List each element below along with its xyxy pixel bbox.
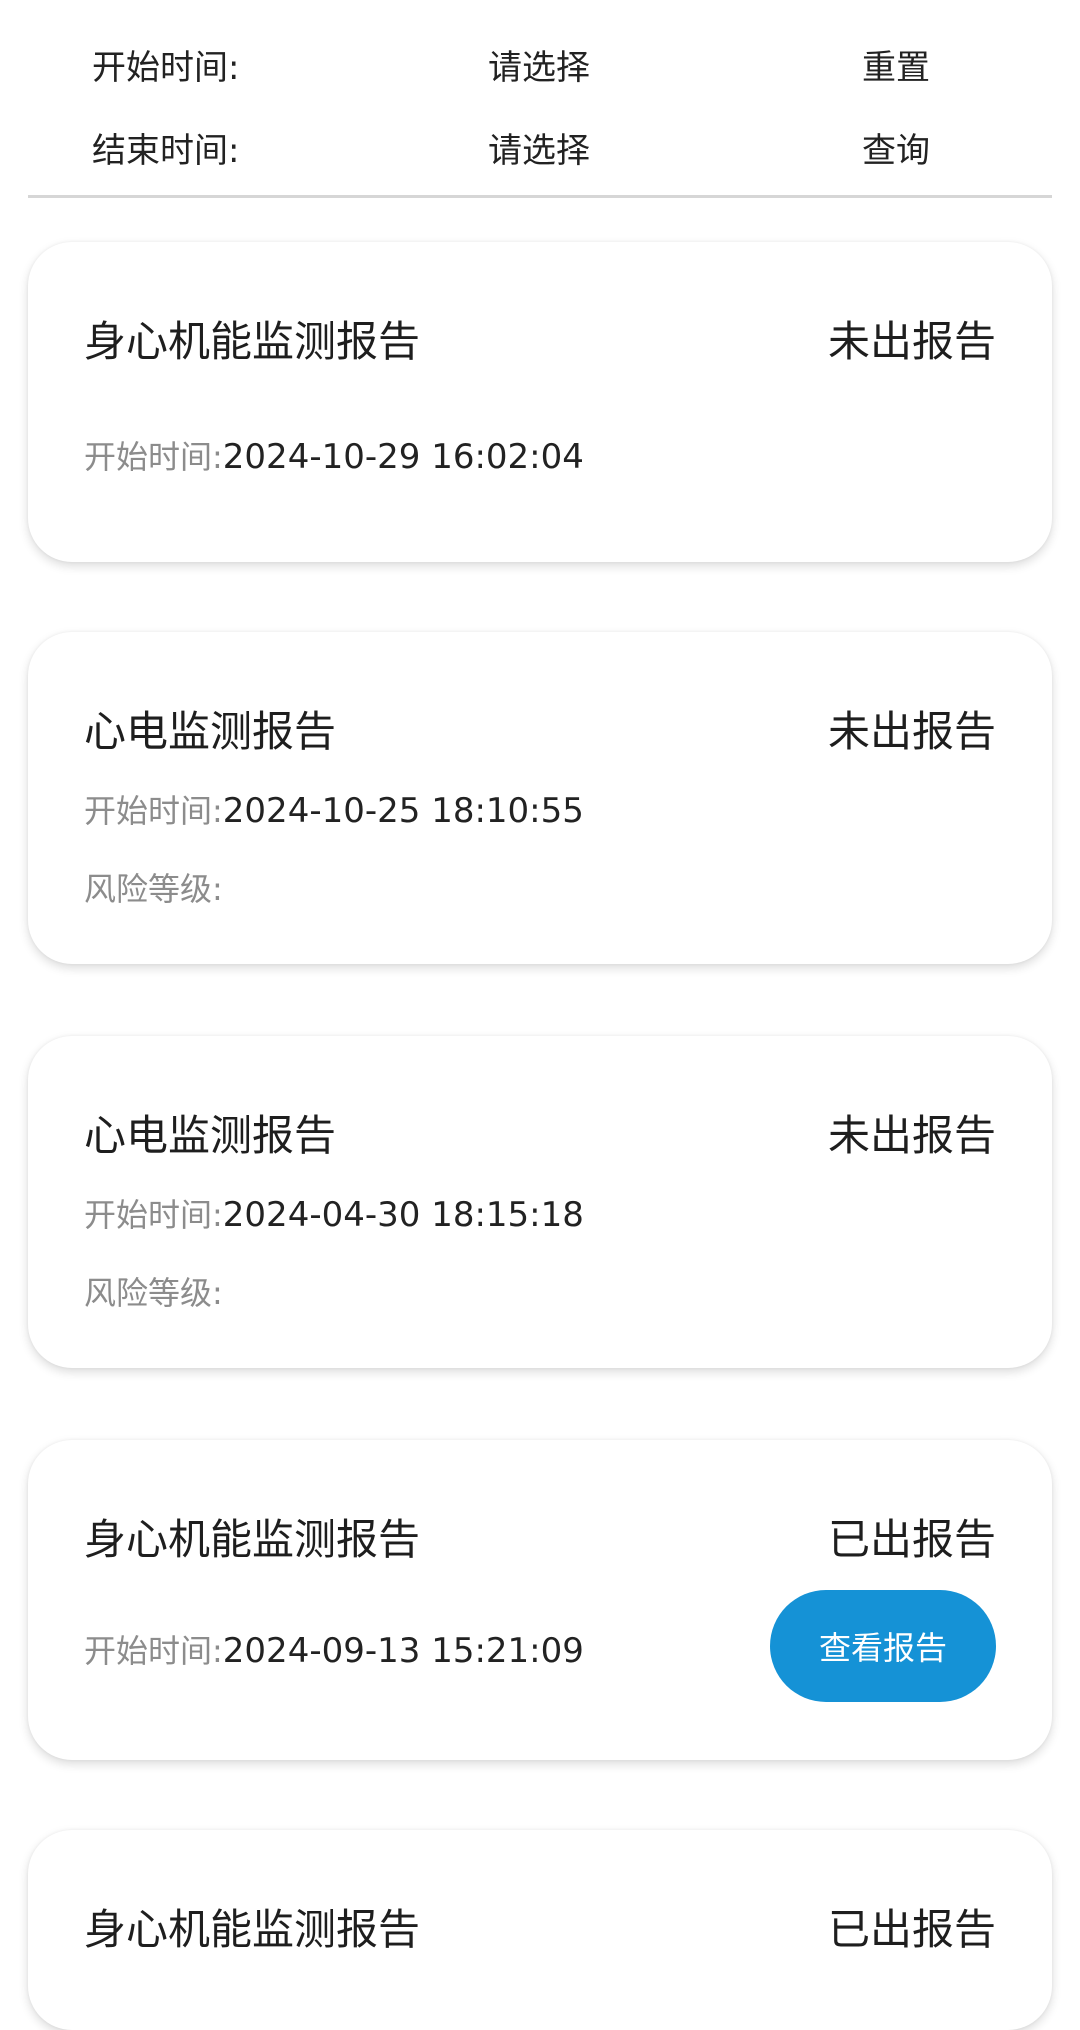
start-time-value: 2024-10-25 18:10:55 (222, 791, 584, 831)
start-time-label: 开始时间: (84, 1196, 223, 1234)
report-status: 已出报告 (827, 1905, 996, 1954)
reset-button[interactable]: 重置 (862, 40, 930, 89)
report-card[interactable]: 心电监测报告 未出报告 开始时间:2024-04-30 18:15:18 风险等… (28, 1036, 1052, 1368)
start-time-row: 开始时间:2024-10-29 16:02:04 (84, 432, 584, 478)
filter-divider (28, 195, 1052, 198)
report-title: 心电监测报告 (84, 707, 337, 756)
start-time-value: 2024-09-13 15:21:09 (222, 1631, 584, 1671)
risk-level-row: 风险等级: (84, 864, 223, 910)
query-button[interactable]: 查询 (862, 123, 930, 172)
report-title: 身心机能监测报告 (84, 1515, 421, 1564)
report-card[interactable]: 身心机能监测报告 已出报告 (28, 1830, 1052, 2030)
start-time-row: 开始时间:2024-09-13 15:21:09 (84, 1626, 584, 1672)
report-title: 身心机能监测报告 (84, 317, 421, 366)
start-time-label: 开始时间: (84, 438, 223, 476)
report-card[interactable]: 身心机能监测报告 已出报告 开始时间:2024-09-13 15:21:09 查… (28, 1440, 1052, 1760)
report-status: 未出报告 (827, 1111, 996, 1160)
start-time-label: 开始时间: (84, 792, 223, 830)
report-status: 已出报告 (827, 1515, 996, 1564)
start-time-row: 开始时间:2024-04-30 18:15:18 (84, 1190, 584, 1236)
report-card[interactable]: 身心机能监测报告 未出报告 开始时间:2024-10-29 16:02:04 (28, 242, 1052, 562)
report-title: 心电监测报告 (84, 1111, 337, 1160)
report-status: 未出报告 (827, 317, 996, 366)
start-time-value: 2024-04-30 18:15:18 (222, 1195, 584, 1235)
risk-level-label: 风险等级: (84, 1274, 223, 1312)
report-title: 身心机能监测报告 (84, 1905, 421, 1954)
start-time-row: 开始时间:2024-10-25 18:10:55 (84, 786, 584, 832)
report-status: 未出报告 (827, 707, 996, 756)
date-filter-bar: 开始时间: 请选择 重置 结束时间: 请选择 查询 (0, 0, 1080, 198)
end-time-label: 结束时间: (92, 130, 240, 171)
view-report-button[interactable]: 查看报告 (770, 1590, 996, 1702)
start-time-filter-row: 开始时间: 请选择 重置 (0, 24, 1080, 104)
end-time-filter-row: 结束时间: 请选择 查询 (0, 107, 1080, 187)
start-time-label: 开始时间: (84, 1632, 223, 1670)
start-time-picker[interactable]: 请选择 (488, 40, 590, 89)
start-time-value: 2024-10-29 16:02:04 (222, 437, 584, 477)
risk-level-row: 风险等级: (84, 1268, 223, 1314)
report-card[interactable]: 心电监测报告 未出报告 开始时间:2024-10-25 18:10:55 风险等… (28, 632, 1052, 964)
risk-level-label: 风险等级: (84, 870, 223, 908)
start-time-label: 开始时间: (92, 47, 240, 88)
end-time-picker[interactable]: 请选择 (488, 123, 590, 172)
